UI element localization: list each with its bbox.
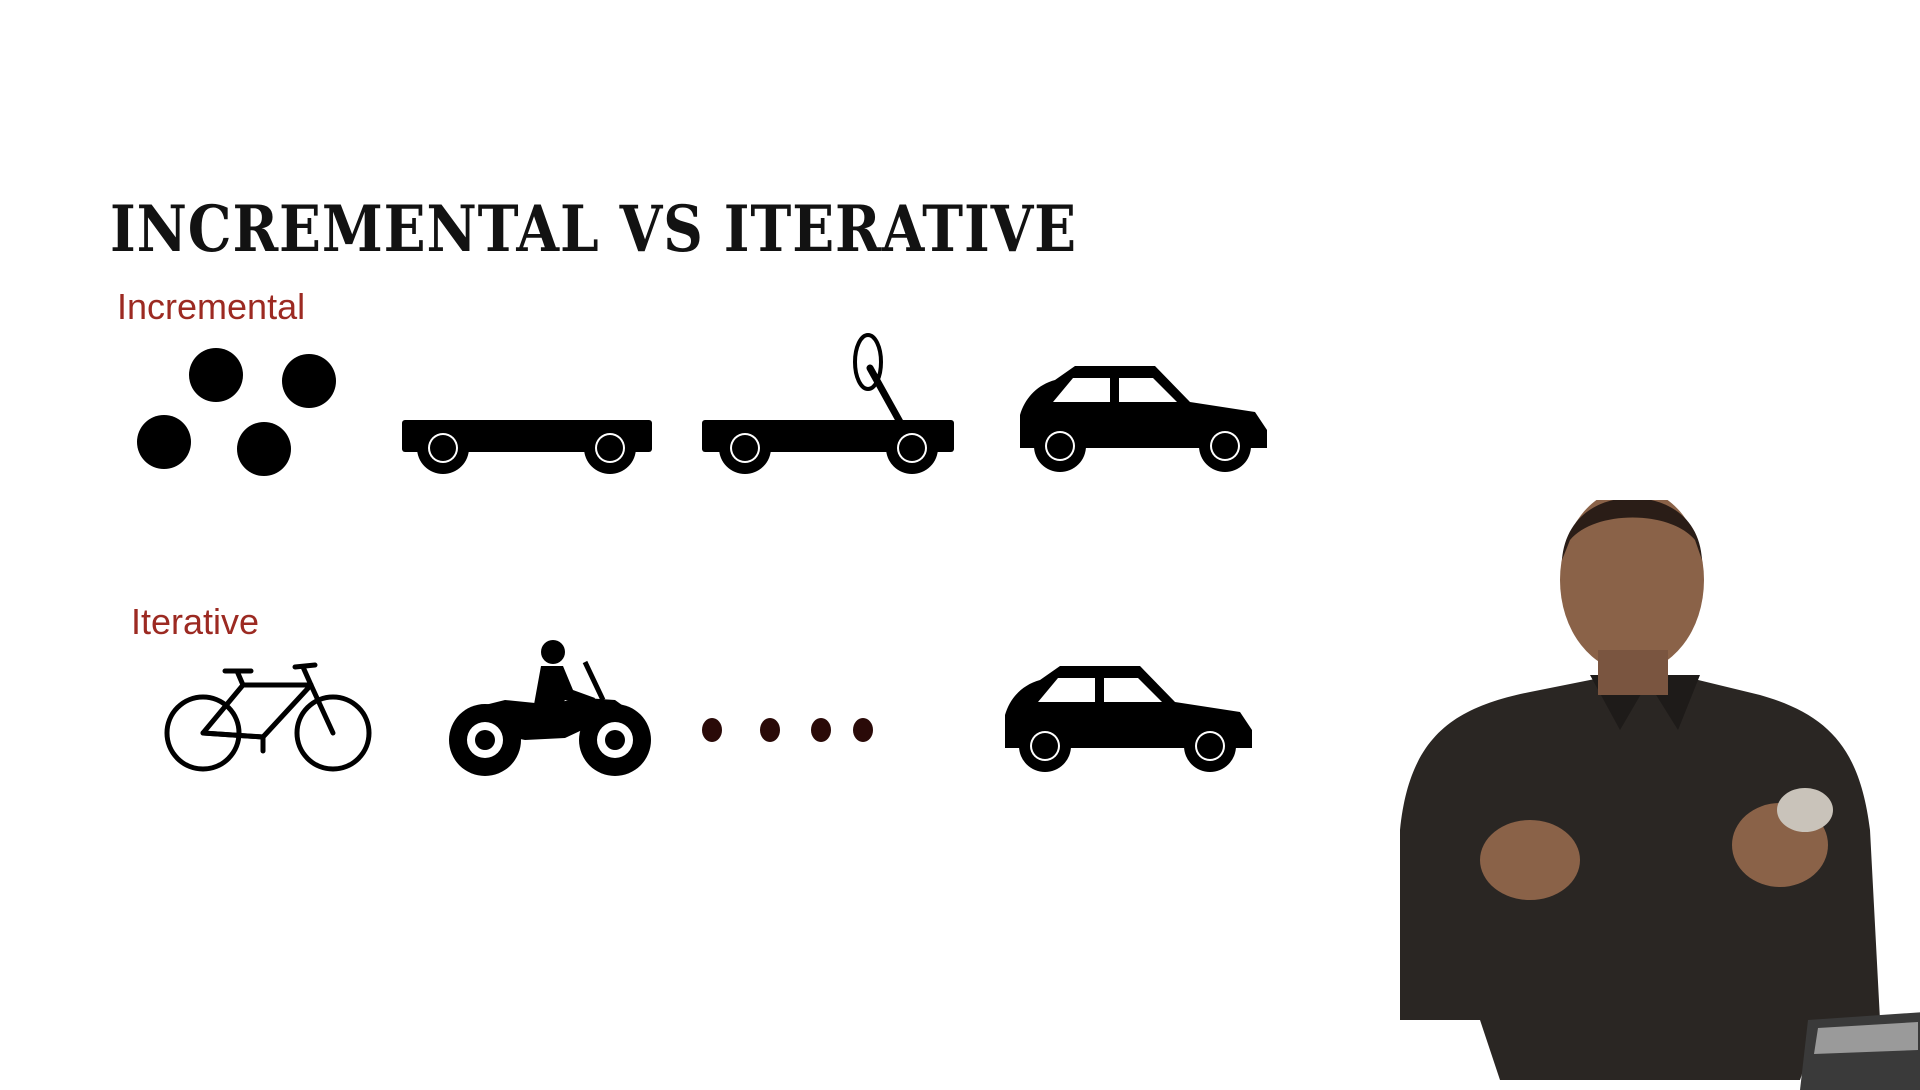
car-icon: [1005, 666, 1252, 772]
incremental-label: Incremental: [117, 286, 306, 327]
bicycle-icon: [164, 662, 372, 772]
steering-chassis-icon: [702, 333, 954, 474]
car-icon: [1020, 366, 1267, 472]
bubbles-icon: [137, 348, 336, 476]
motorcycle-icon: [449, 640, 651, 776]
presenter-video: [1400, 500, 1880, 1080]
laptop-icon: [1800, 1012, 1920, 1090]
slide-title: INCREMENTAL VS ITERATIVE: [110, 192, 1077, 267]
ellipsis-dots-icon: [702, 718, 873, 742]
iterative-label: Iterative: [131, 601, 260, 642]
chassis-icon: [402, 420, 652, 474]
